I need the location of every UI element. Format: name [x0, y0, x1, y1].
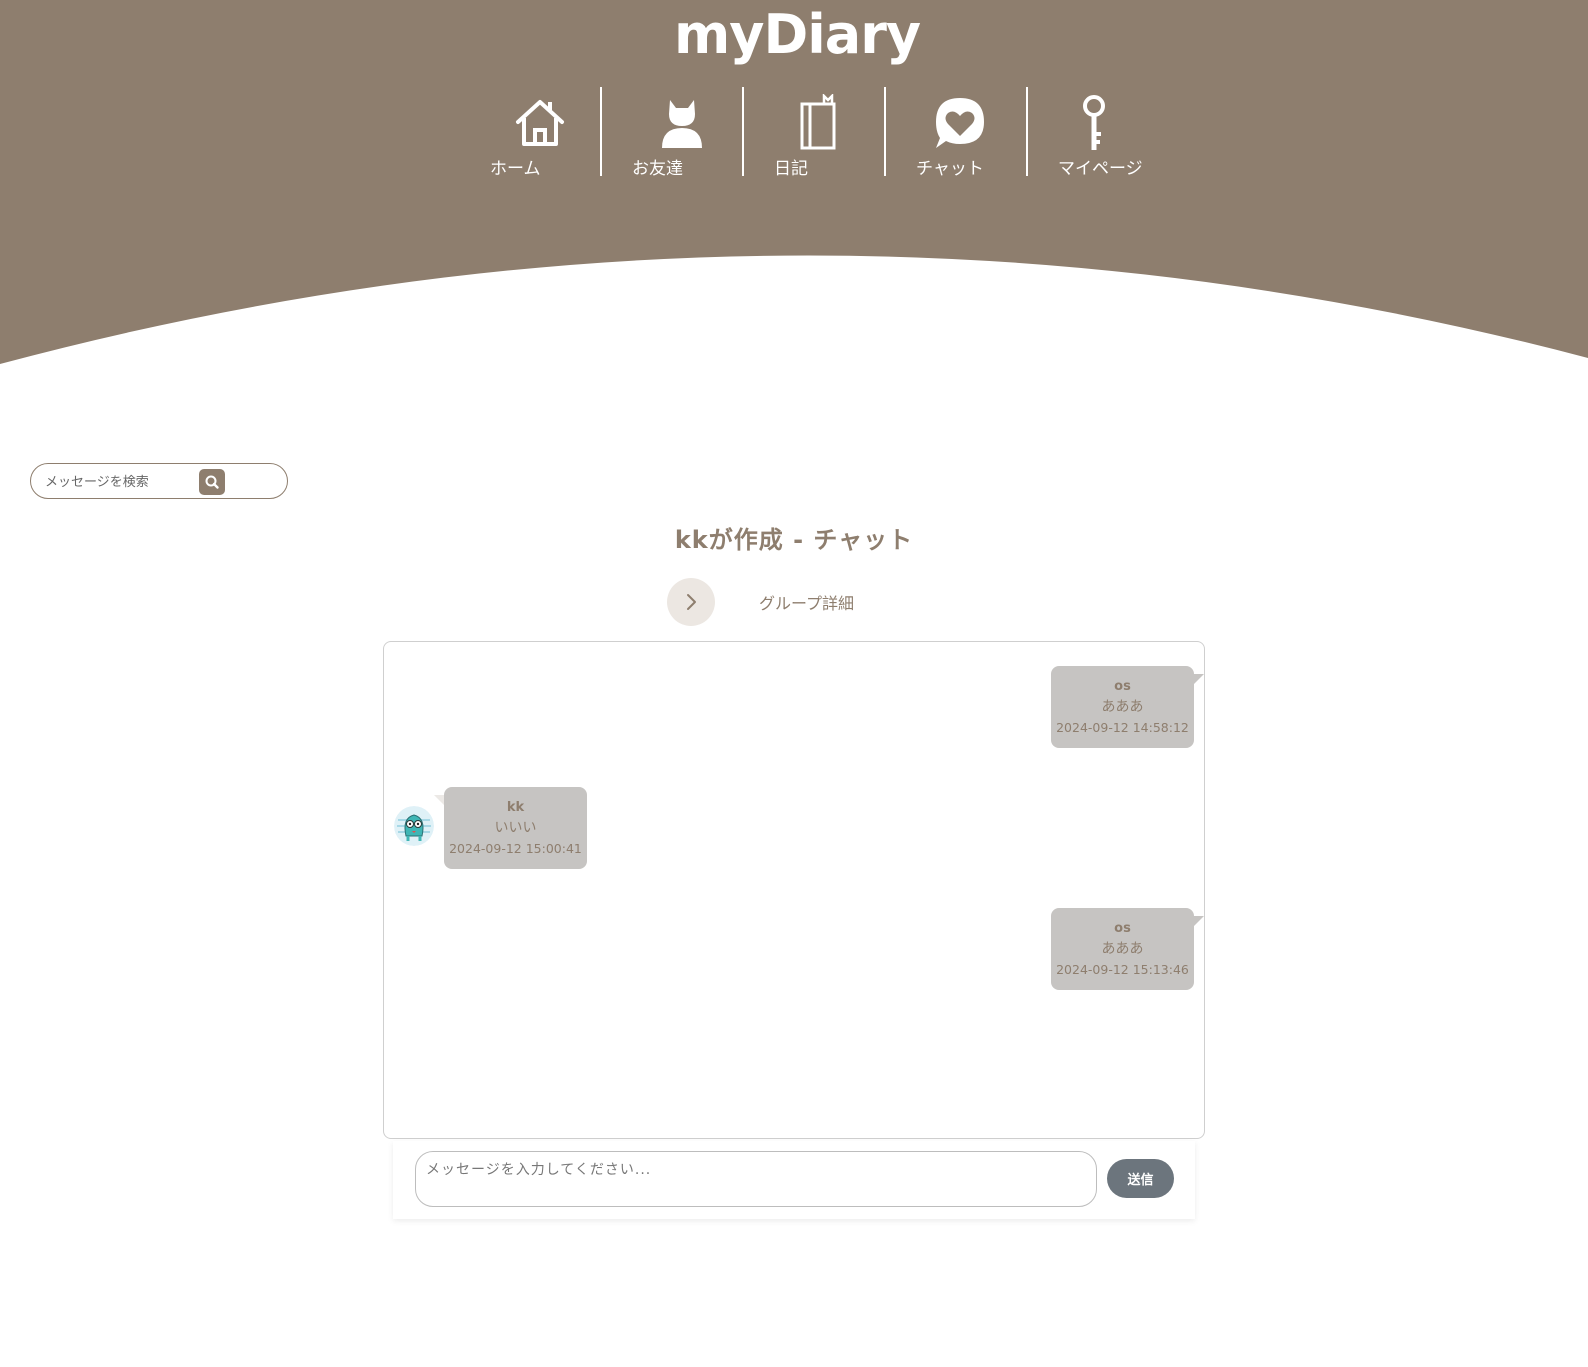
message-bubble: os あああ 2024-09-12 14:58:12 [1051, 666, 1204, 748]
nav-label-home: ホーム [490, 159, 541, 179]
search-icon [205, 475, 219, 489]
nav-label-chat: チャット [916, 159, 984, 179]
message-input[interactable] [415, 1151, 1097, 1207]
nav-item-friends[interactable]: お友達 [630, 88, 770, 179]
nav-item-chat[interactable]: チャット [914, 88, 1054, 179]
message-sender: kk [506, 800, 525, 815]
nav-label-friends: お友達 [632, 159, 683, 179]
chat-messages[interactable]: os あああ 2024-09-12 14:58:12 kk いいい 2024-0… [383, 641, 1205, 1139]
chat-heart-icon [936, 98, 984, 148]
group-detail-toggle[interactable] [667, 578, 715, 626]
home-icon [516, 100, 564, 146]
page-title: kkが作成 - チャット [674, 526, 914, 554]
search-button[interactable] [199, 469, 225, 495]
message-sender: os [1114, 921, 1131, 936]
group-detail-link[interactable]: グループ詳細 [759, 590, 854, 614]
message-time: 2024-09-12 15:13:46 [1056, 962, 1189, 977]
nav-divider [600, 87, 602, 176]
search-input[interactable] [43, 470, 197, 494]
main-nav: ホーム お友達 日記 チャット マイページ [0, 0, 1588, 190]
diary-icon [800, 94, 836, 150]
nav-label-diary: 日記 [774, 159, 808, 179]
nav-item-diary[interactable]: 日記 [772, 88, 912, 179]
nav-label-mypage: マイページ [1058, 159, 1143, 179]
message-sender: os [1114, 679, 1131, 694]
nav-divider [1026, 87, 1028, 176]
message-bubble: os あああ 2024-09-12 15:13:46 [1051, 908, 1204, 990]
nav-item-home[interactable]: ホーム [488, 88, 628, 179]
message-time: 2024-09-12 15:00:41 [449, 841, 582, 856]
message-text: あああ [1101, 941, 1144, 957]
send-button[interactable]: 送信 [1107, 1159, 1174, 1198]
message-bubble: kk いいい 2024-09-12 15:00:41 [434, 787, 587, 869]
friend-icon [662, 100, 702, 148]
avatar[interactable] [394, 806, 434, 846]
nav-divider [742, 87, 744, 176]
header: myDiary ホーム お友達 日記 チャット マイページ [0, 0, 1588, 370]
nav-item-mypage[interactable]: マイページ [1058, 88, 1198, 179]
chevron-right-icon [687, 594, 696, 610]
message-composer: 送信 [393, 1141, 1195, 1219]
key-icon [1083, 95, 1105, 150]
message-time: 2024-09-12 14:58:12 [1056, 720, 1189, 735]
message-text: あああ [1101, 699, 1144, 715]
message-text: いいい [494, 820, 537, 836]
message-search [30, 463, 288, 499]
nav-divider [884, 87, 886, 176]
